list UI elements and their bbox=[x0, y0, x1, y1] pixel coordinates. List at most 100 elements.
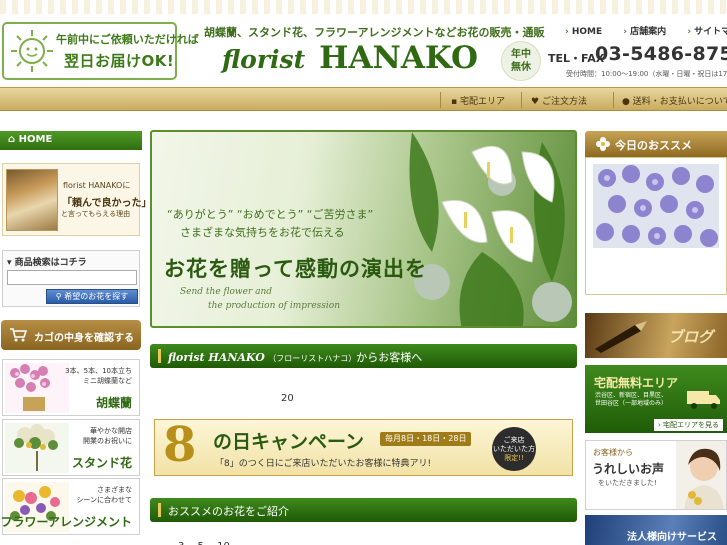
bellflower-photo bbox=[593, 164, 719, 248]
nav-item-label: 宅配エリア bbox=[459, 97, 505, 107]
header-links: › HOME › 店舗案内 › サイトマップ bbox=[565, 24, 727, 37]
main-nav: ▪ 宅配エリア ♥ ご注文方法 ● 送料・お支払いについて bbox=[0, 87, 727, 111]
view-cart-button[interactable]: カゴの中身を確認する bbox=[1, 320, 141, 350]
category-desc-line1: 華やかな開店 bbox=[90, 427, 132, 435]
chevron-right-icon: › bbox=[687, 27, 692, 37]
corporate-service-banner[interactable]: 法人様向けサービス bbox=[585, 515, 727, 545]
next-day-delivery-promo[interactable]: 午前中にご依頼いただければ 翌日お届けOK! bbox=[2, 22, 199, 80]
cart-label: カゴの中身を確認する bbox=[34, 333, 134, 344]
site-logo[interactable]: florist HANAKO bbox=[222, 40, 478, 76]
hero-english-line1: Send the flower and bbox=[180, 287, 273, 297]
search-title-label: 商品検索はコチラ bbox=[14, 258, 87, 268]
chevron-right-icon: › bbox=[657, 421, 661, 429]
header-link-sitemap[interactable]: › サイトマップ bbox=[687, 27, 727, 37]
todays-pick-box[interactable] bbox=[585, 157, 727, 295]
category-stand-flower[interactable]: 華やかな開店 開業のお祝いに スタンド花 bbox=[2, 419, 140, 476]
coin-icon: ● bbox=[622, 97, 630, 107]
search-button[interactable]: ⚲ 希望のお花を探す bbox=[46, 289, 138, 304]
greeting-section-header: florist HANAKO （フローリストハナコ）からお客様へ bbox=[150, 344, 577, 368]
greeting-section-title: florist HANAKO （フローリストハナコ）からお客様へ bbox=[168, 349, 422, 365]
hero-quote: “ありがとう” “おめでとう” “ご苦労さま” bbox=[167, 208, 374, 221]
nav-divider bbox=[521, 92, 522, 108]
campaign-description: 「8」のつく日にご来店いただいたお客様に特典アリ! bbox=[215, 459, 432, 469]
corporate-label: 法人様向けサービス bbox=[627, 532, 717, 543]
campaign-title: の日キャンペーン bbox=[213, 431, 365, 453]
header-link-sitemap-label: サイトマップ bbox=[694, 27, 727, 37]
pen-icon bbox=[595, 321, 647, 353]
flower-icon bbox=[596, 137, 610, 151]
delivery-area-link[interactable]: › 宅配エリアを見る bbox=[653, 419, 723, 431]
hero-banner[interactable]: “ありがとう” “おめでとう” “ご苦労さま” さまざまな気持ちをお花で伝える … bbox=[150, 130, 577, 328]
site-tagline: 胡蝶蘭、スタンド花、フラワーアレンジメントなどお花の販売・通販 bbox=[204, 26, 545, 39]
category-name: 胡蝶蘭 bbox=[95, 396, 132, 410]
sidebar-home-label: HOME bbox=[18, 134, 53, 145]
category-desc-line2: 開業のお祝いに bbox=[83, 437, 132, 445]
voice-small: お客様から bbox=[593, 448, 633, 457]
category-desc-line1: さまざまな bbox=[97, 486, 132, 494]
nav-item-order-method[interactable]: ♥ ご注文方法 bbox=[531, 94, 587, 107]
orchid-photo bbox=[5, 363, 69, 413]
delivery-more-label: 宅配エリアを見る bbox=[663, 421, 719, 429]
header-link-home[interactable]: › HOME bbox=[565, 27, 611, 37]
category-arrangement[interactable]: さまざまな シーンに合わせて フラワーアレンジメント bbox=[0, 478, 140, 535]
section-accent-bar bbox=[158, 349, 161, 363]
reason-line3: と言ってもらえる理由 bbox=[61, 210, 131, 218]
nav-item-label: 送料・お支払いについて bbox=[632, 97, 727, 107]
category-desc-line1: 3本、5本、10本立ち bbox=[65, 367, 132, 375]
tel-number: 03-5486-8753 bbox=[595, 43, 727, 65]
blog-label: ブログ bbox=[667, 328, 713, 346]
promo-line1: 午前中にご依頼いただければ bbox=[56, 33, 199, 46]
truck-icon bbox=[687, 391, 720, 409]
holiday-line1: 年中 bbox=[511, 49, 531, 60]
hero-headline: お花を贈って感動の演出を bbox=[164, 257, 427, 281]
reasons-banner[interactable]: florist HANAKOに 「頼んで良かった」 と言ってもらえる理由 bbox=[2, 163, 152, 236]
delivery-areas-line1: 渋谷区、新宿区、目黒区、 bbox=[595, 392, 668, 399]
business-hours: 受付時間：10:00〜19:00（水曜・日曜・祝日は17:00迄） bbox=[566, 70, 727, 78]
greeting-number: 20 bbox=[281, 393, 294, 404]
section-accent-bar bbox=[158, 503, 161, 517]
free-delivery-banner[interactable]: 宅配無料エリア 渋谷区、新宿区、目黒区、 世田谷区（一部地域のみ） › 宅配エリ… bbox=[585, 365, 727, 433]
chevron-right-icon: › bbox=[565, 27, 569, 37]
site-header: 午前中にご依頼いただければ 翌日お届けOK! 胡蝶蘭、スタンド花、フラワーアレン… bbox=[0, 14, 727, 86]
hero-subtitle: さまざまな気持ちをお花で伝える bbox=[180, 226, 345, 239]
category-orchid[interactable]: 3本、5本、10本立ち ミニ胡蝶蘭など 胡蝶蘭 bbox=[2, 359, 140, 416]
header-link-store[interactable]: › 店舗案内 bbox=[623, 27, 675, 37]
category-desc-line2: ミニ胡蝶蘭など bbox=[83, 377, 132, 385]
greeting-title-rest: からお客様へ bbox=[356, 351, 423, 364]
recommend-section-header: おススメのお花をご紹介 bbox=[150, 498, 577, 522]
nav-divider bbox=[440, 92, 441, 108]
product-search: ▾ 商品検索はコチラ ⚲ 希望のお花を探す bbox=[2, 250, 140, 307]
holiday-line2: 無休 bbox=[511, 62, 531, 73]
logo-main: HANAKO bbox=[319, 40, 479, 76]
todays-pick-header: 今日のおススメ bbox=[585, 131, 727, 157]
nav-item-shipping-payment[interactable]: ● 送料・お支払いについて bbox=[622, 94, 727, 107]
heart-icon: ♥ bbox=[531, 97, 540, 107]
eight-day-campaign-banner[interactable]: 8 の日キャンペーン 毎月8日・18日・28日 「8」のつく日にご来店いただいた… bbox=[154, 419, 573, 476]
calla-lily-bouquet-image bbox=[409, 132, 572, 326]
logo-script: florist bbox=[222, 45, 306, 74]
nav-item-delivery-area[interactable]: ▪ 宅配エリア bbox=[451, 94, 505, 107]
campaign-big-number: 8 bbox=[163, 419, 197, 473]
search-title: ▾ 商品検索はコチラ bbox=[7, 255, 87, 268]
hero-english-line2: the production of impression bbox=[208, 301, 340, 311]
stand-flower-photo bbox=[5, 423, 69, 473]
header-link-home-label: HOME bbox=[571, 27, 603, 37]
category-name: フラワーアレンジメント bbox=[0, 515, 132, 529]
search-input[interactable] bbox=[7, 270, 137, 285]
truck-icon: ▪ bbox=[451, 97, 458, 107]
blog-banner[interactable]: ブログ bbox=[585, 313, 727, 358]
sidebar-home-button[interactable]: ⌂ HOME bbox=[0, 131, 142, 150]
category-desc: さまざまな シーンに合わせて bbox=[76, 485, 132, 505]
cart-icon bbox=[10, 328, 27, 342]
customer-voices-banner[interactable]: お客様から うれしいお声 をいただきました! bbox=[585, 440, 727, 510]
greeting-title-script: florist HANAKO bbox=[168, 351, 265, 364]
todays-pick-label: 今日のおススメ bbox=[615, 139, 692, 152]
storefront-photo bbox=[6, 169, 58, 231]
recommend-section-title: おススメのお花をご紹介 bbox=[168, 505, 289, 518]
delivery-title: 宅配無料エリア bbox=[594, 376, 679, 390]
campaign-days: 毎月8日・18日・28日 bbox=[380, 432, 472, 446]
nav-divider bbox=[613, 92, 614, 108]
campaign-badge: ご来店 いただいた方 限定!! bbox=[492, 427, 536, 471]
badge-line3: 限定!! bbox=[504, 454, 524, 462]
reason-line2: 「頼んで良かった」 bbox=[62, 198, 152, 209]
